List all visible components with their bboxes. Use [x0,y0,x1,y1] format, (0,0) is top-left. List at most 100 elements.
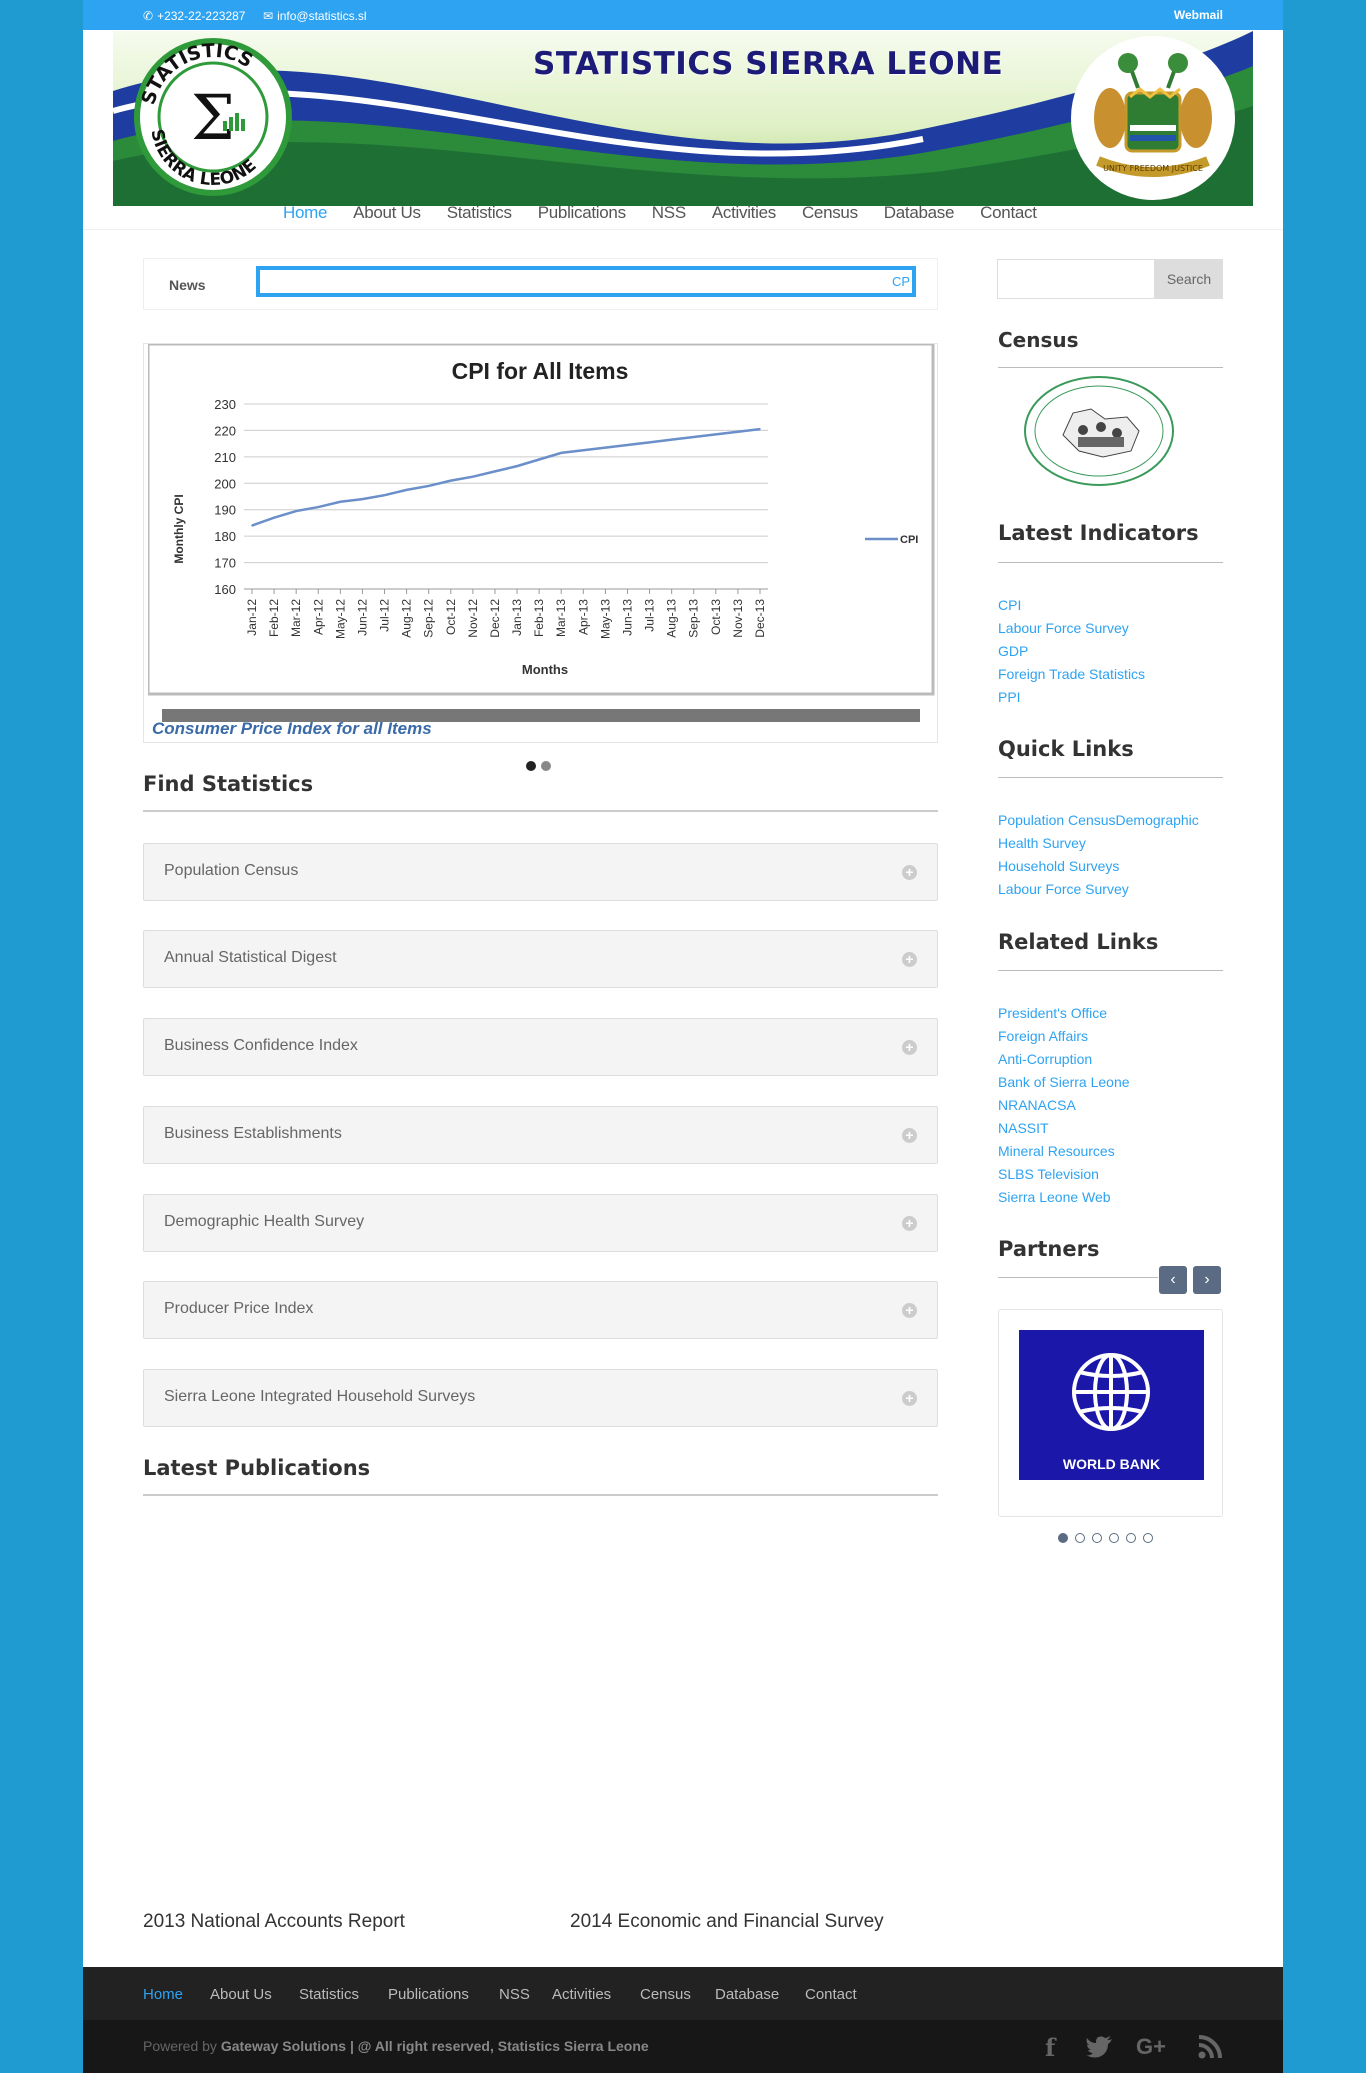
toggle-annual-statistical-digest[interactable]: Annual Statistical Digest + [143,930,938,988]
indicator-link-foreign-trade[interactable]: Foreign Trade Statistics [998,666,1145,682]
data-point [427,485,430,487]
partner-card[interactable]: WORLD BANK [998,1309,1223,1517]
partner-dot-4[interactable] [1109,1533,1119,1543]
related-link-nranacsa[interactable]: NRANACSA [998,1097,1076,1113]
plus-icon: + [902,1303,917,1318]
nav-database[interactable]: Database [884,203,955,229]
toggle-business-establishments[interactable]: Business Establishments + [143,1106,938,1164]
partner-dot-1[interactable] [1058,1533,1068,1543]
legend-label: CPI [900,534,918,546]
google-plus-icon[interactable]: G+ [1136,2034,1166,2060]
nav-about-us[interactable]: About Us [353,203,421,229]
svg-text:UNITY FREEDOM JUSTICE: UNITY FREEDOM JUSTICE [1103,164,1203,173]
main-nav: Home About Us Statistics Publications NS… [283,203,1063,229]
image-slider[interactable]: CPI for All Items Monthly CPI Months 160… [143,343,938,743]
news-label: News [169,277,206,293]
footer-nav: Home About Us Statistics Publications NS… [83,1967,1283,2020]
footer-nav-contact[interactable]: Contact [805,1986,857,2003]
toggle-demographic-health-survey[interactable]: Demographic Health Survey + [143,1194,938,1252]
data-point [648,441,651,444]
related-link-foreign-affairs[interactable]: Foreign Affairs [998,1028,1088,1044]
census-logo[interactable] [1023,375,1175,487]
related-link-mineral-resources[interactable]: Mineral Resources [998,1143,1115,1159]
latest-publications-heading: Latest Publications [143,1456,371,1480]
nav-activities[interactable]: Activities [712,203,776,229]
phone-contact[interactable]: ✆ +232-22-223287 [143,9,245,23]
toggle-business-confidence-index[interactable]: Business Confidence Index + [143,1018,938,1076]
nav-contact[interactable]: Contact [980,203,1037,229]
data-point [405,489,408,491]
slider-dot-1[interactable] [526,761,536,771]
latest-publications-rule [143,1494,938,1496]
related-link-anti-corruption[interactable]: Anti-Corruption [998,1051,1092,1067]
footer-nav-nss[interactable]: NSS [499,1986,530,2003]
site-banner[interactable]: STATISTICS SIERRA LEONE STATISTICS SIERR… [113,31,1253,206]
twitter-icon[interactable] [1086,2036,1112,2058]
nav-statistics[interactable]: Statistics [447,203,512,229]
footer-nav-census[interactable]: Census [640,1986,691,2003]
x-tick-label: Feb-13 [532,599,546,637]
publication-link-2[interactable]: 2014 Economic and Financial Survey [570,1911,884,1933]
indicator-link-ppi[interactable]: PPI [998,689,1021,705]
indicator-link-labour-force[interactable]: Labour Force Survey [998,620,1129,636]
footer-nav-statistics[interactable]: Statistics [299,1986,359,2003]
footer-nav-activities[interactable]: Activities [552,1986,611,2003]
partners-next-button[interactable]: › [1193,1266,1221,1294]
toggle-label: Business Confidence Index [164,1037,358,1054]
cpi-chart: CPI for All Items Monthly CPI Months 160… [148,344,935,696]
data-point [538,458,540,461]
related-link-nassit[interactable]: NASSIT [998,1120,1049,1136]
toggle-household-surveys[interactable]: Sierra Leone Integrated Household Survey… [143,1369,938,1427]
related-link-slbs-television[interactable]: SLBS Television [998,1166,1099,1182]
footer-nav-publications[interactable]: Publications [388,1986,469,2003]
nav-nss[interactable]: NSS [652,203,686,229]
toggle-population-census[interactable]: Population Census + [143,843,938,901]
search-button[interactable]: Search [1155,259,1223,299]
y-tick-label: 200 [214,476,236,491]
footer-nav-home[interactable]: Home [143,1986,183,2003]
partner-dot-6[interactable] [1143,1533,1153,1543]
related-links-rule [998,970,1223,971]
footer-nav-about-us[interactable]: About Us [210,1986,272,2003]
data-point [604,446,607,449]
data-point [715,433,717,436]
footer-nav-database[interactable]: Database [715,1986,779,2003]
related-links-heading: Related Links [998,930,1159,954]
email-contact[interactable]: ✉ info@statistics.sl [263,9,367,23]
related-link-sierra-leone-web[interactable]: Sierra Leone Web [998,1189,1111,1205]
slider-dot-2[interactable] [541,761,551,771]
related-link-presidents-office[interactable]: President's Office [998,1005,1107,1021]
data-point [361,498,364,500]
partner-label: WORLD BANK [1062,1456,1161,1472]
toggle-producer-price-index[interactable]: Producer Price Index + [143,1281,938,1339]
quick-link-household-surveys[interactable]: Household Surveys [998,858,1119,874]
x-tick-label: Jul-12 [378,599,392,632]
rss-icon[interactable] [1198,2035,1222,2059]
related-link-bank-of-sierra-leone[interactable]: Bank of Sierra Leone [998,1074,1130,1090]
partner-dot-3[interactable] [1092,1533,1102,1543]
partners-prev-button[interactable]: ‹ [1159,1266,1187,1294]
indicator-link-cpi[interactable]: CPI [998,597,1021,613]
latest-indicators-heading: Latest Indicators [998,521,1199,545]
toggle-label: Demographic Health Survey [164,1213,365,1230]
x-tick-label: May-13 [598,599,612,639]
publication-link-1[interactable]: 2013 National Accounts Report [143,1911,405,1933]
nav-home[interactable]: Home [283,203,327,229]
nav-census[interactable]: Census [802,203,858,229]
partners-heading: Partners [998,1237,1100,1261]
quick-link-population-census[interactable]: Population CensusDemographic [998,812,1199,828]
partner-dot-2[interactable] [1075,1533,1085,1543]
facebook-icon[interactable]: f [1045,2033,1055,2062]
search-input[interactable] [997,259,1155,299]
census-rule [998,367,1223,368]
powered-by-link[interactable]: Gateway Solutions [221,2038,346,2054]
plus-icon: + [902,1040,917,1055]
partner-dot-5[interactable] [1126,1533,1136,1543]
indicator-link-gdp[interactable]: GDP [998,643,1028,659]
quick-link-health-survey[interactable]: Health Survey [998,835,1086,851]
news-ticker[interactable]: CP [256,266,916,297]
data-point [626,444,629,446]
quick-link-labour-force-survey[interactable]: Labour Force Survey [998,881,1129,897]
webmail-link[interactable]: Webmail [1174,8,1223,22]
nav-publications[interactable]: Publications [538,203,626,229]
